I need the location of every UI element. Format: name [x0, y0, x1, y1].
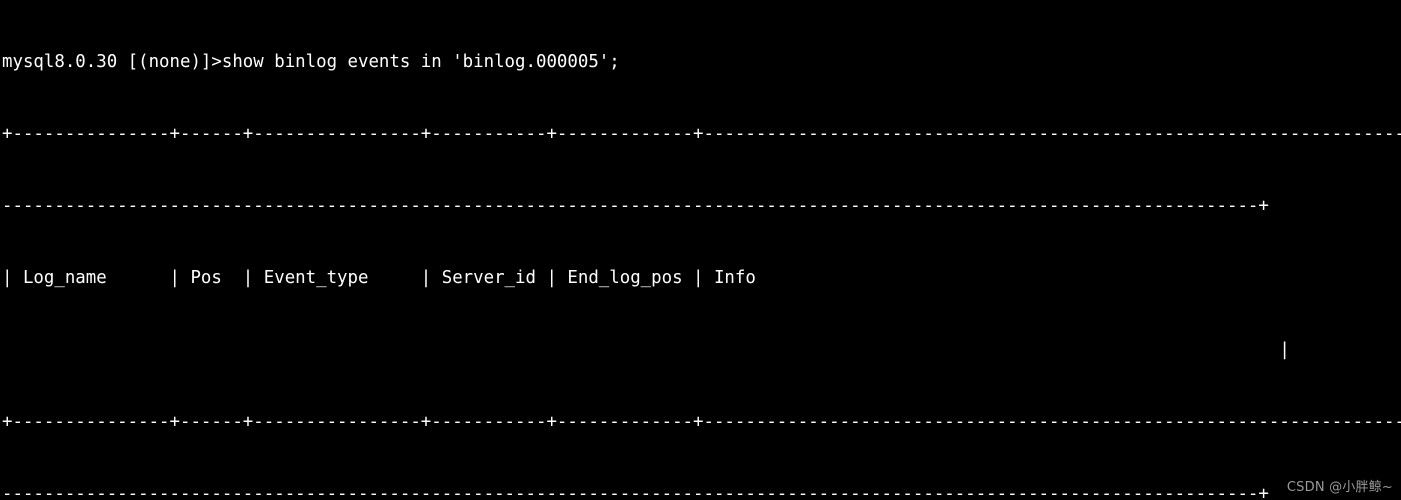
separator-top-part1: +---------------+------+----------------… [2, 124, 1401, 144]
csdn-watermark: CSDN @小胖鲸~ [1286, 480, 1393, 495]
separator-top-part2: ----------------------------------------… [2, 196, 1269, 216]
prompt-line: mysql8.0.30 [(none)]>show binlog events … [2, 52, 620, 72]
table-header-row-part1: | Log_name | Pos | Event_type | Server_i… [2, 268, 756, 288]
table-header-row-part2: | [2, 340, 1290, 360]
terminal-screen[interactable]: mysql8.0.30 [(none)]>show binlog events … [2, 2, 1401, 500]
terminal-window[interactable]: mysql8.0.30 [(none)]>show binlog events … [0, 0, 1401, 500]
separator-mid-part1: +---------------+------+----------------… [2, 412, 1401, 432]
separator-mid-part2: ----------------------------------------… [2, 484, 1269, 500]
